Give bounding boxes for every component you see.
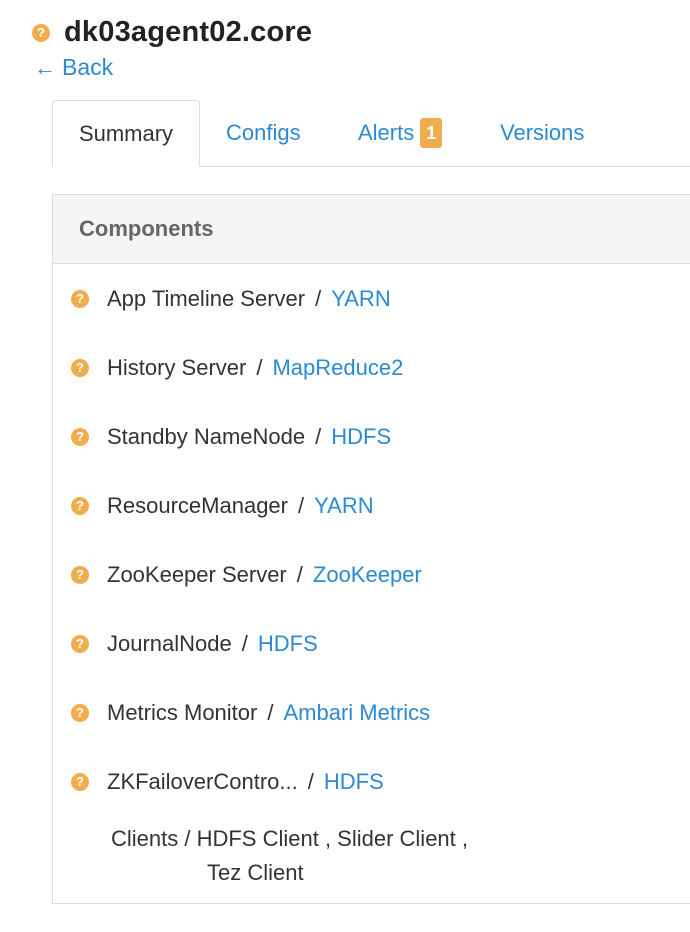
component-row: ? ResourceManager / YARN	[53, 471, 690, 540]
service-link[interactable]: ZooKeeper	[313, 562, 422, 588]
warning-status-icon: ?	[71, 772, 89, 791]
alerts-count-badge: 1	[420, 118, 443, 148]
clients-line-1[interactable]: Clients / HDFS Client , Slider Client ,	[111, 822, 690, 856]
warning-status-icon: ?	[71, 358, 89, 377]
warning-status-icon: ?	[71, 634, 89, 653]
tab-configs[interactable]: Configs	[226, 100, 301, 166]
component-name[interactable]: ZKFailoverContro...	[107, 769, 298, 795]
back-link[interactable]: ← Back	[34, 54, 113, 81]
component-row: ? ZooKeeper Server / ZooKeeper	[53, 540, 690, 609]
clients-line-2[interactable]: Tez Client	[111, 856, 690, 890]
component-name[interactable]: Metrics Monitor	[107, 700, 257, 726]
warning-status-icon: ?	[71, 565, 89, 584]
clients-summary: Clients / HDFS Client , Slider Client , …	[53, 816, 690, 890]
tab-summary-label: Summary	[78, 120, 174, 146]
warning-status-icon: ?	[32, 23, 50, 42]
back-label: Back	[62, 54, 114, 80]
tab-alerts[interactable]: Alerts 1	[358, 100, 443, 166]
components-panel: Components ? App Timeline Server / YARN …	[52, 194, 690, 904]
separator: /	[256, 354, 263, 380]
host-name-title: dk03agent02.core	[64, 16, 313, 48]
components-list: ? App Timeline Server / YARN ? History S…	[53, 264, 690, 816]
warning-status-icon: ?	[71, 427, 89, 446]
tab-versions-label: Versions	[500, 120, 585, 145]
component-name[interactable]: App Timeline Server	[107, 286, 305, 312]
warning-status-icon: ?	[71, 289, 89, 308]
service-link[interactable]: YARN	[314, 493, 374, 519]
separator: /	[307, 768, 314, 794]
separator: /	[267, 699, 274, 725]
tab-versions[interactable]: Versions	[500, 100, 584, 166]
separator: /	[315, 285, 322, 311]
service-link[interactable]: YARN	[331, 286, 391, 312]
component-name[interactable]: Standby NameNode	[107, 424, 305, 450]
component-row: ? History Server / MapReduce2	[53, 333, 690, 402]
host-header: ? dk03agent02.core	[32, 16, 312, 49]
separator: /	[241, 630, 248, 656]
separator: /	[297, 492, 305, 518]
component-row: ? Metrics Monitor / Ambari Metrics	[53, 678, 690, 747]
service-link[interactable]: MapReduce2	[272, 355, 403, 381]
component-row: ? JournalNode / HDFS	[53, 609, 690, 678]
warning-status-icon: ?	[71, 703, 89, 722]
component-row: ? App Timeline Server / YARN	[53, 264, 690, 333]
service-link[interactable]: HDFS	[331, 424, 391, 450]
host-tabs: Summary Configs Alerts 1 Versions	[52, 100, 690, 167]
arrow-left-icon: ←	[34, 54, 56, 80]
component-row: ? Standby NameNode / HDFS	[53, 402, 690, 471]
separator: /	[315, 423, 322, 449]
separator: /	[296, 561, 303, 587]
host-detail-page: ? dk03agent02.core ← Back Summary Config…	[0, 0, 690, 932]
tab-configs-label: Configs	[226, 120, 301, 145]
service-link[interactable]: HDFS	[324, 769, 384, 795]
warning-status-icon: ?	[71, 496, 89, 515]
component-name[interactable]: ZooKeeper Server	[107, 562, 287, 588]
component-name[interactable]: History Server	[107, 355, 246, 381]
tab-alerts-label: Alerts	[358, 120, 415, 145]
components-heading: Components	[53, 195, 690, 264]
component-row: ? ZKFailoverContro... / HDFS	[53, 747, 690, 816]
component-name[interactable]: ResourceManager	[107, 493, 288, 519]
service-link[interactable]: HDFS	[258, 631, 318, 657]
service-link[interactable]: Ambari Metrics	[283, 700, 430, 726]
tab-summary[interactable]: Summary	[52, 100, 200, 167]
component-name[interactable]: JournalNode	[107, 631, 232, 657]
